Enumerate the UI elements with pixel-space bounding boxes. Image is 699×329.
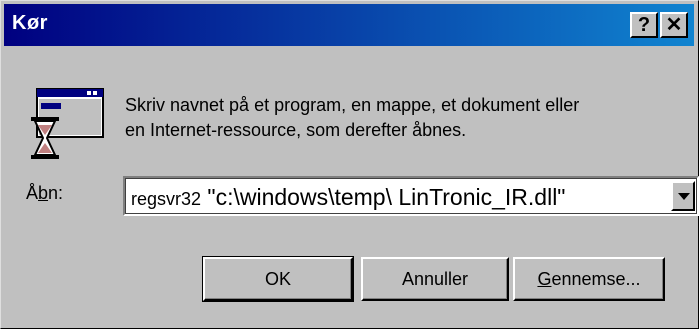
open-input-path: "c:\windows\temp\ LinTronic_IR.dll" (201, 184, 566, 210)
open-combobox[interactable]: regsvr32 "c:\windows\temp\ LinTronic_IR.… (123, 176, 699, 216)
description-line-1: Skriv navnet på et program, en mappe, et… (125, 95, 580, 115)
browse-button[interactable]: Gennemse... (513, 257, 665, 301)
chevron-down-icon (678, 193, 690, 200)
ok-button[interactable]: OK (202, 256, 354, 302)
open-label-accel: b (38, 183, 49, 203)
title-bar[interactable]: Kør ? ✕ (4, 4, 694, 46)
browse-rest: ennemse... (551, 268, 641, 289)
cancel-button[interactable]: Annuller (361, 257, 509, 301)
window-title: Kør (12, 12, 48, 34)
run-dialog: Kør ? ✕ Skriv navnet på et program, en m… (0, 0, 699, 329)
description-line-2: en Internet-ressource, som derefter åbne… (125, 120, 467, 140)
cancel-button-label: Annuller (401, 268, 469, 289)
help-icon: ? (637, 14, 651, 36)
description-text: Skriv navnet på et program, en mappe, et… (125, 93, 685, 143)
run-dialog-icon (31, 88, 104, 159)
help-button[interactable]: ? (630, 12, 658, 38)
close-button[interactable]: ✕ (660, 12, 688, 38)
ok-button-label: OK (264, 268, 291, 289)
combobox-dropdown-button[interactable] (671, 181, 695, 211)
browse-button-label: Gennemse... (537, 269, 640, 290)
open-label: Åbn: (26, 183, 63, 204)
open-input-command: regsvr32 (131, 189, 202, 209)
close-icon: ✕ (665, 14, 683, 36)
browse-accel: G (537, 268, 552, 289)
open-label-suffix: n: (48, 183, 64, 203)
open-input[interactable]: regsvr32 "c:\windows\temp\ LinTronic_IR.… (131, 184, 565, 211)
open-label-prefix: Å (26, 183, 39, 203)
